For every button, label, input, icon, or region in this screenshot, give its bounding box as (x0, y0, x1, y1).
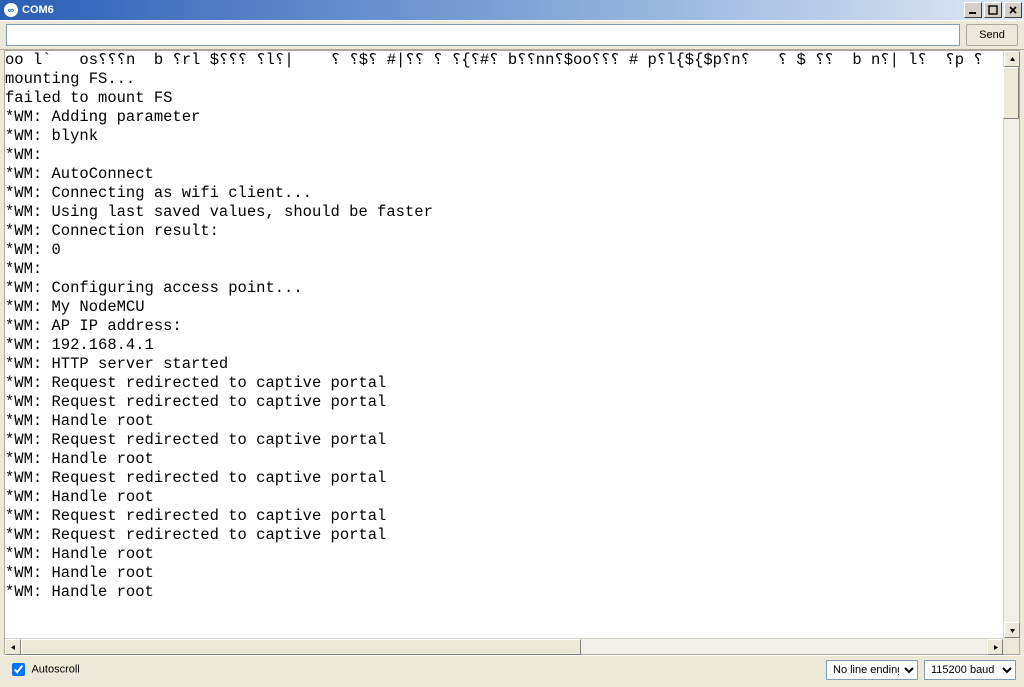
console-pane: oo l` os⸮⸮⸮n b ⸮rl $⸮⸮⸮ ⸮l⸮| ⸮ ⸮$⸮ #|⸮⸮ … (4, 50, 1020, 655)
scroll-down-button[interactable] (1004, 622, 1020, 638)
serial-input[interactable] (6, 24, 960, 46)
baud-dropdown[interactable]: 115200 baud (924, 660, 1016, 680)
scroll-right-button[interactable] (987, 639, 1003, 655)
vertical-scroll-thumb[interactable] (1003, 67, 1019, 119)
window-controls (964, 2, 1022, 18)
horizontal-scroll-thumb[interactable] (21, 639, 581, 655)
vertical-scroll-track[interactable] (1004, 67, 1019, 622)
send-button[interactable]: Send (966, 24, 1018, 46)
arduino-icon: ∞ (4, 3, 18, 17)
send-toolbar: Send (0, 20, 1024, 50)
vertical-scrollbar[interactable] (1003, 51, 1019, 638)
close-button[interactable] (1004, 2, 1022, 18)
scroll-corner (1003, 638, 1019, 654)
window-title: COM6 (22, 4, 964, 16)
line-ending-dropdown[interactable]: No line ending (826, 660, 918, 680)
serial-output[interactable]: oo l` os⸮⸮⸮n b ⸮rl $⸮⸮⸮ ⸮l⸮| ⸮ ⸮$⸮ #|⸮⸮ … (5, 51, 1003, 638)
scroll-left-button[interactable] (5, 639, 21, 655)
maximize-button[interactable] (984, 2, 1002, 18)
horizontal-scrollbar[interactable] (5, 638, 1003, 654)
titlebar: ∞ COM6 (0, 0, 1024, 20)
minimize-button[interactable] (964, 2, 982, 18)
scroll-up-button[interactable] (1004, 51, 1020, 67)
autoscroll-option[interactable]: Autoscroll (8, 660, 80, 679)
autoscroll-checkbox[interactable] (12, 663, 25, 676)
horizontal-scroll-track[interactable] (21, 639, 987, 654)
autoscroll-label: Autoscroll (31, 663, 79, 675)
statusbar: Autoscroll No line ending 115200 baud (0, 655, 1024, 683)
